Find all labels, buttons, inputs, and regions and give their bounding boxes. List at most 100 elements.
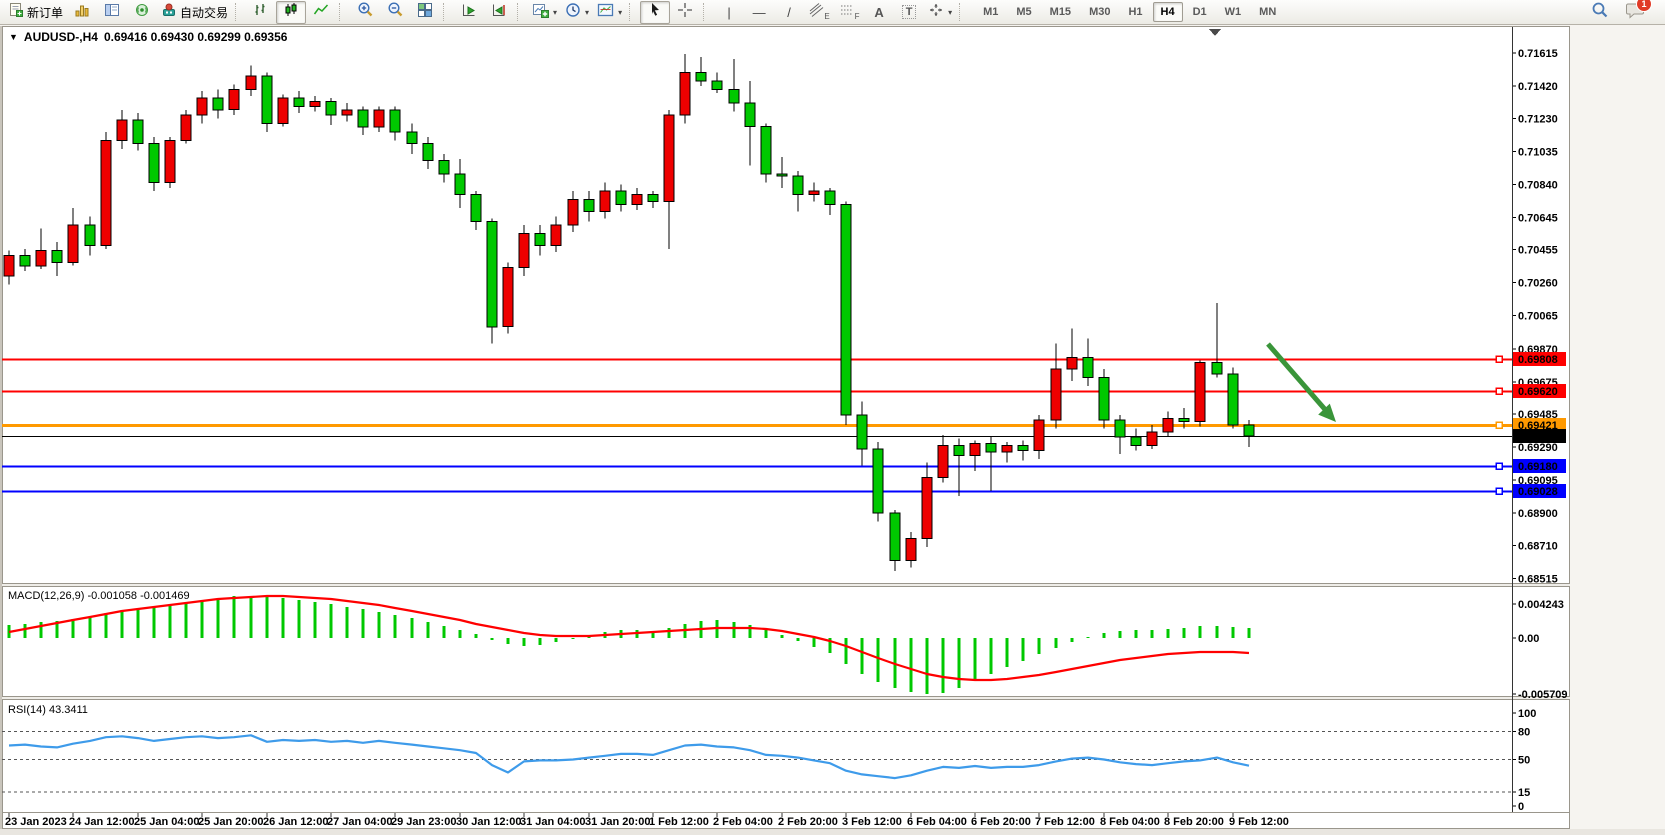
timeframe-M30[interactable]: M30 (1081, 2, 1118, 22)
timeframe-W1[interactable]: W1 (1217, 2, 1250, 22)
auto-scroll-button[interactable] (454, 1, 484, 24)
candle (1034, 420, 1044, 451)
candle (439, 161, 449, 175)
crosshair-tool-button[interactable] (670, 1, 700, 24)
candle (407, 132, 417, 144)
market-watch-button[interactable] (67, 1, 97, 24)
candle (294, 98, 304, 107)
price-axis-label: 0.70260 (1518, 278, 1558, 290)
price-axis-label: 0.69290 (1518, 442, 1558, 454)
line-chart-mode-button[interactable] (306, 1, 336, 24)
line-handle[interactable] (1496, 356, 1502, 362)
candle (342, 110, 352, 115)
price-line-tag-label: 0.69620 (1518, 386, 1558, 398)
candlestick-icon (283, 2, 299, 23)
time-axis-label: 2 Feb 20:00 (778, 816, 838, 828)
navigator-button[interactable] (97, 1, 127, 24)
period-button[interactable]: ▾ (561, 1, 593, 24)
trendline-tool-button[interactable]: / (774, 1, 804, 24)
time-axis-label: 23 Jan 2023 (5, 816, 67, 828)
candle (1163, 418, 1173, 432)
autotrade-icon (161, 2, 177, 23)
signals-button[interactable] (127, 1, 157, 24)
candle (648, 195, 658, 202)
zoom-in-icon (357, 1, 374, 23)
timeframe-H4[interactable]: H4 (1153, 2, 1183, 22)
candle (632, 195, 642, 205)
macd-axis-label: 0.00 (1518, 633, 1539, 645)
cursor-tool-button[interactable] (640, 1, 670, 24)
timeframe-M15[interactable]: M15 (1042, 2, 1079, 22)
candle (117, 120, 127, 140)
shapes-tool-button[interactable]: ▾ (924, 1, 956, 24)
candle (503, 267, 513, 326)
horizontal-line-tool-button[interactable]: — (744, 1, 774, 24)
collapse-chevron-icon[interactable]: ▼ (9, 32, 18, 42)
tile-windows-icon (417, 2, 433, 23)
candle (890, 513, 900, 561)
candle (326, 101, 336, 115)
chart-shift-button[interactable] (484, 1, 514, 24)
toolbar-separator (959, 3, 967, 21)
candle (246, 76, 256, 90)
candle (471, 195, 481, 222)
market-watch-icon (74, 2, 90, 23)
time-axis-label: 26 Jan 12:00 (263, 816, 328, 828)
autotrade-button[interactable]: 自动交易 (157, 1, 232, 24)
new-chart-button[interactable]: ▾ (528, 1, 561, 24)
timeframe-group: M1M5M15M30H1H4D1W1MN (974, 2, 1285, 22)
candle (1051, 369, 1061, 420)
search-icon[interactable] (1591, 1, 1609, 24)
line-handle[interactable] (1496, 488, 1502, 494)
label-tool-button[interactable]: T (894, 1, 924, 24)
new-chart-icon (532, 2, 549, 23)
candle (825, 191, 835, 205)
auto-scroll-icon (461, 2, 477, 23)
channel-tool-button[interactable]: F (834, 1, 864, 24)
candle (20, 256, 30, 266)
timeframe-MN[interactable]: MN (1251, 2, 1284, 22)
bar-chart-icon (253, 2, 269, 23)
line-handle[interactable] (1496, 388, 1502, 394)
price-axis-label: 0.71615 (1518, 48, 1558, 60)
time-axis-label: 31 Jan 04:00 (520, 816, 585, 828)
channel-icon (839, 2, 856, 23)
notifications-button[interactable]: 1 (1625, 1, 1645, 24)
fibonacci-tool-button[interactable]: E (804, 1, 834, 24)
time-axis-label: 25 Jan 04:00 (134, 816, 199, 828)
text-tool-button[interactable]: A (864, 1, 894, 24)
price-line-tag-label: 0.69180 (1518, 461, 1558, 473)
line-handle[interactable] (1496, 463, 1502, 469)
rsi-axis-label: 50 (1518, 755, 1530, 767)
candlestick-mode-button[interactable] (276, 1, 306, 24)
candle (1212, 362, 1222, 374)
channel-sub-label: F (855, 12, 860, 21)
new-order-button[interactable]: 新订单 (4, 1, 67, 24)
time-axis-label: 1 Feb 12:00 (649, 816, 709, 828)
ohlc-values: 0.69416 0.69430 0.69299 0.69356 (104, 30, 288, 44)
candle (922, 478, 932, 539)
candle (809, 191, 819, 194)
vertical-line-tool-button[interactable]: | (714, 1, 744, 24)
timeframe-D1[interactable]: D1 (1185, 2, 1215, 22)
clock-icon (565, 2, 581, 23)
tile-windows-button[interactable] (410, 1, 440, 24)
window-bottom-border (0, 829, 1665, 835)
timeframe-M5[interactable]: M5 (1008, 2, 1039, 22)
candle (52, 251, 62, 263)
time-axis-label: 29 Jan 23:00 (391, 816, 456, 828)
rsi-axis-label: 15 (1518, 787, 1530, 799)
chart-canvas[interactable]: 0.716150.714200.712300.710350.708400.706… (2, 26, 1570, 829)
zoom-in-button[interactable] (350, 1, 380, 24)
candle (1018, 445, 1028, 450)
candle (680, 73, 690, 115)
timeframe-M1[interactable]: M1 (975, 2, 1006, 22)
bar-chart-mode-button[interactable] (246, 1, 276, 24)
line-handle[interactable] (1496, 422, 1502, 428)
notification-badge: 1 (1636, 0, 1652, 12)
time-axis-label: 8 Feb 20:00 (1164, 816, 1224, 828)
template-icon (597, 2, 614, 23)
template-button[interactable]: ▾ (593, 1, 626, 24)
zoom-out-button[interactable] (380, 1, 410, 24)
timeframe-H1[interactable]: H1 (1120, 2, 1150, 22)
